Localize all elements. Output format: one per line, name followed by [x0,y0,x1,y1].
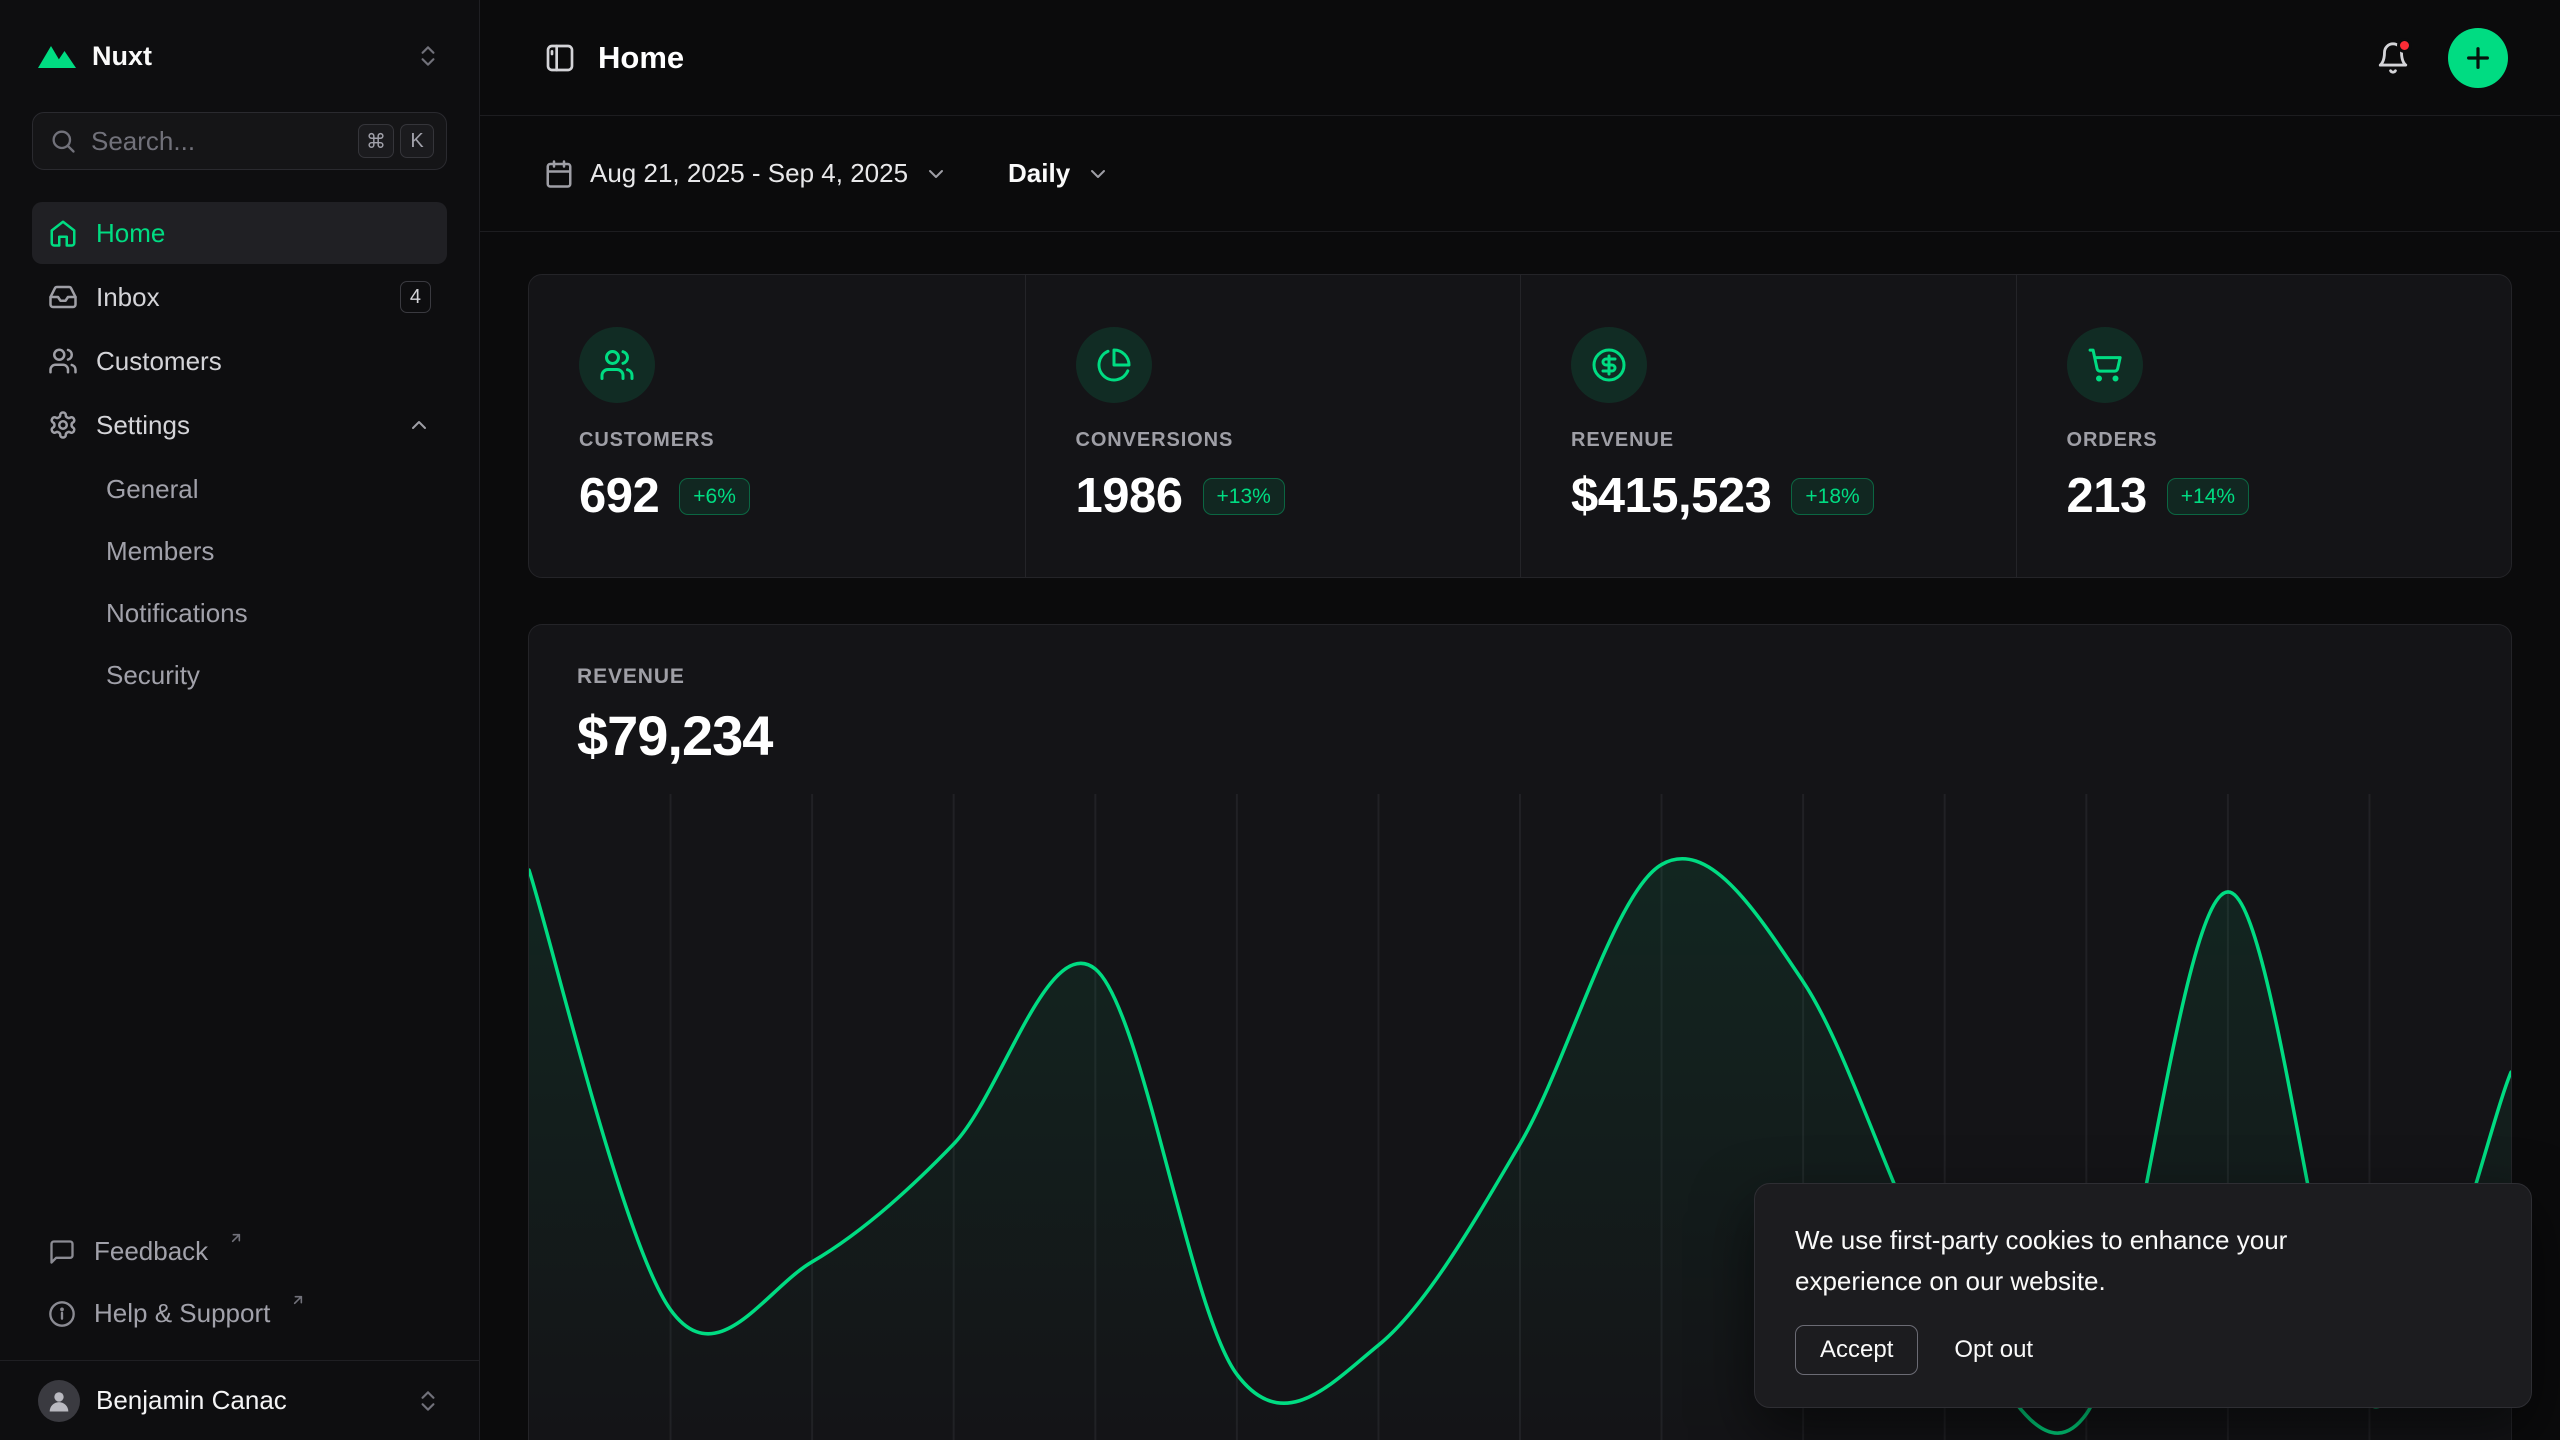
accept-cookies-button[interactable]: Accept [1795,1325,1918,1375]
app-root: Nuxt Search... ⌘ K [0,0,2560,1440]
sidebar-item-customers[interactable]: Customers [32,330,447,392]
sidebar-item-label: Customers [96,346,222,377]
panel-left-icon [544,42,576,74]
search-input[interactable]: Search... ⌘ K [32,112,447,170]
revenue-card-header: REVENUE $79,234 [529,625,2511,768]
sidebar: Nuxt Search... ⌘ K [0,0,480,1440]
revenue-value: $79,234 [577,703,2463,768]
granularity-select[interactable]: Daily [1008,158,1110,189]
sidebar-item-security[interactable]: Security [32,644,447,706]
cookie-banner: We use first-party cookies to enhance yo… [1754,1183,2532,1408]
gear-icon [48,410,78,440]
feedback-link[interactable]: Feedback [32,1222,447,1284]
add-button[interactable] [2448,28,2508,88]
sidebar-item-general[interactable]: General [32,458,447,520]
cookie-message: We use first-party cookies to enhance yo… [1795,1220,2415,1301]
user-menu[interactable]: Benjamin Canac [0,1360,479,1440]
settings-subnav: General Members Notifications Security [32,458,447,706]
users-icon [579,327,655,403]
sidebar-item-label: Inbox [96,282,160,313]
inbox-count-badge: 4 [400,281,431,313]
sidebar-item-home[interactable]: Home [32,202,447,264]
sidebar-top: Nuxt Search... ⌘ K [0,0,479,706]
stat-value: 692 [579,468,659,524]
chevron-down-icon [924,162,948,186]
stat-label: CONVERSIONS [1076,429,1481,452]
sidebar-item-label: Settings [96,410,190,441]
chevron-up-icon [407,413,431,437]
cart-icon [2067,327,2143,403]
stat-label: ORDERS [2067,429,2472,452]
stat-delta-badge: +13% [1203,478,1285,515]
sidebar-item-notifications[interactable]: Notifications [32,582,447,644]
info-icon [48,1300,76,1328]
sidebar-item-settings[interactable]: Settings [32,394,447,456]
workspace-selector[interactable]: Nuxt [32,28,447,84]
stat-label: CUSTOMERS [579,429,985,452]
chevrons-up-down-icon [415,1388,441,1414]
sidebar-item-inbox[interactable]: Inbox 4 [32,266,447,328]
stat-delta-badge: +18% [1791,478,1873,515]
home-icon [48,218,78,248]
dollar-circle-icon [1571,327,1647,403]
topbar: Home [480,0,2560,116]
search-placeholder: Search... [91,126,195,157]
date-range-value: Aug 21, 2025 - Sep 4, 2025 [590,158,908,189]
user-name: Benjamin Canac [96,1385,287,1416]
sub-item-label: Security [106,660,200,691]
kbd-k: K [400,124,434,158]
sub-item-label: Notifications [106,598,248,629]
filter-bar: Aug 21, 2025 - Sep 4, 2025 Daily [480,116,2560,232]
external-link-icon [228,1230,244,1246]
sidebar-spacer [0,706,479,1222]
sidebar-item-label: Home [96,218,165,249]
cookie-actions: Accept Opt out [1795,1325,2491,1375]
avatar [38,1380,80,1422]
chevron-down-icon [1086,162,1110,186]
optout-cookies-button[interactable]: Opt out [1954,1326,2033,1374]
kbd-cmd: ⌘ [358,124,394,158]
date-range-picker[interactable]: Aug 21, 2025 - Sep 4, 2025 [544,158,948,189]
stat-value: $415,523 [1571,468,1771,524]
pie-chart-icon [1076,327,1152,403]
sub-item-label: Members [106,536,214,567]
granularity-value: Daily [1008,158,1070,189]
chevrons-up-down-icon [415,43,441,69]
notifications-button[interactable] [2376,41,2410,75]
stat-value: 1986 [1076,468,1183,524]
footer-link-label: Feedback [94,1236,208,1267]
stat-delta-badge: +14% [2167,478,2249,515]
users-icon [48,346,78,376]
message-icon [48,1238,76,1266]
topbar-actions [2376,28,2508,88]
help-support-link[interactable]: Help & Support [32,1284,447,1346]
sidebar-collapse-button[interactable] [544,42,576,74]
plus-icon [2462,42,2494,74]
notification-dot [2397,38,2412,53]
stat-label: REVENUE [1571,429,1976,452]
stat-card-conversions[interactable]: CONVERSIONS 1986 +13% [1025,275,1521,577]
nuxt-logo-icon [38,43,76,69]
stat-card-customers[interactable]: CUSTOMERS 692 +6% [529,275,1025,577]
search-icon [49,127,77,155]
search-shortcut: ⌘ K [358,124,434,158]
footer-link-label: Help & Support [94,1298,270,1329]
stat-card-revenue[interactable]: REVENUE $415,523 +18% [1520,275,2016,577]
external-link-icon [290,1292,306,1308]
sub-item-label: General [106,474,199,505]
stat-value: 213 [2067,468,2147,524]
workspace-name: Nuxt [92,41,152,72]
stats-grid: CUSTOMERS 692 +6% CONVERSIONS 1986 +13% [528,274,2512,578]
calendar-icon [544,159,574,189]
page-title: Home [598,40,684,76]
revenue-label: REVENUE [577,665,2463,689]
stat-delta-badge: +6% [679,478,750,515]
inbox-icon [48,282,78,312]
sidebar-item-members[interactable]: Members [32,520,447,582]
stat-card-orders[interactable]: ORDERS 213 +14% [2016,275,2512,577]
sidebar-nav: Home Inbox 4 Customers [32,202,447,706]
sidebar-footer: Feedback Help & Support [0,1222,479,1360]
